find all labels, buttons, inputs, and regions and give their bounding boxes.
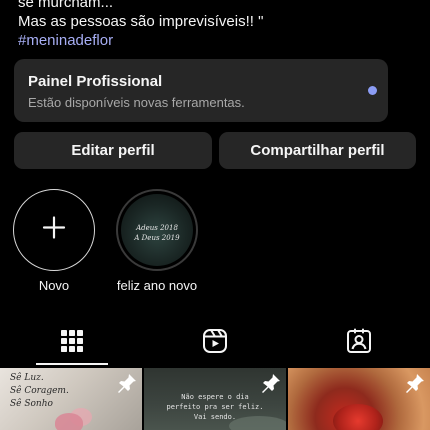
share-profile-button[interactable]: Compartilhar perfil xyxy=(219,132,416,169)
pin-icon xyxy=(405,373,425,398)
post-text-line: Sê Coragem. xyxy=(10,386,69,396)
bio-line: se murcham... xyxy=(18,0,114,11)
flower-decoration xyxy=(55,413,83,430)
post-thumbnail[interactable] xyxy=(288,368,430,430)
highlight-label: feliz ano novo xyxy=(116,278,198,293)
reels-icon xyxy=(202,328,228,359)
profile-bio: se murcham... Mas as pessoas são imprevi… xyxy=(18,0,263,50)
post-text-line: Não espere o dia xyxy=(181,393,249,401)
highlight-circle[interactable]: Adeus 2018 A Deus 2019 xyxy=(116,189,198,271)
highlight-new-circle[interactable] xyxy=(13,189,95,271)
post-thumbnail[interactable]: Sê Luz. Sê Coragem. Sê Sonho xyxy=(0,368,142,430)
new-tools-indicator-dot xyxy=(368,86,377,95)
grid-icon xyxy=(60,329,83,357)
tab-reels[interactable] xyxy=(143,320,286,366)
post-text-line: perfeito pra ser feliz. xyxy=(166,403,264,411)
post-thumbnail[interactable]: Não espere o dia perfeito pra ser feliz.… xyxy=(144,368,286,430)
post-text-line: Sê Luz. xyxy=(10,373,44,383)
bio-hashtag-link[interactable]: #meninadeflor xyxy=(18,31,263,50)
pin-icon xyxy=(117,373,137,398)
highlight-feliz-ano-novo[interactable]: Adeus 2018 A Deus 2019 feliz ano novo xyxy=(107,189,207,294)
highlight-cover-text: A Deus 2019 xyxy=(134,234,180,242)
highlight-cover-text: Adeus 2018 xyxy=(136,224,178,232)
post-text: Sê Luz. Sê Coragem. Sê Sonho xyxy=(10,372,69,411)
highlight-new[interactable]: Novo xyxy=(4,189,104,294)
tab-grid[interactable] xyxy=(0,320,143,366)
highlight-cover-image: Adeus 2018 A Deus 2019 xyxy=(121,194,193,266)
tagged-person-icon xyxy=(346,328,372,359)
professional-dashboard-card[interactable]: Painel Profissional Estão disponíveis no… xyxy=(14,59,388,122)
bio-line: Mas as pessoas são imprevisíveis!! " xyxy=(18,13,264,30)
profile-tabs xyxy=(0,320,430,366)
tab-tagged[interactable] xyxy=(287,320,430,366)
post-text: Não espere o dia perfeito pra ser feliz.… xyxy=(156,392,274,422)
plus-icon xyxy=(42,216,66,245)
post-text-line: Sê Sonho xyxy=(10,399,53,409)
professional-dashboard-title: Painel Profissional xyxy=(28,73,163,90)
pin-icon xyxy=(261,373,281,398)
highlight-label: Novo xyxy=(38,278,70,293)
active-tab-indicator xyxy=(36,363,108,365)
post-text-line: Vai sendo. xyxy=(193,413,237,421)
edit-profile-button[interactable]: Editar perfil xyxy=(14,132,212,169)
professional-dashboard-subtitle: Estão disponíveis novas ferramentas. xyxy=(28,95,245,110)
rose-decoration xyxy=(333,404,383,430)
